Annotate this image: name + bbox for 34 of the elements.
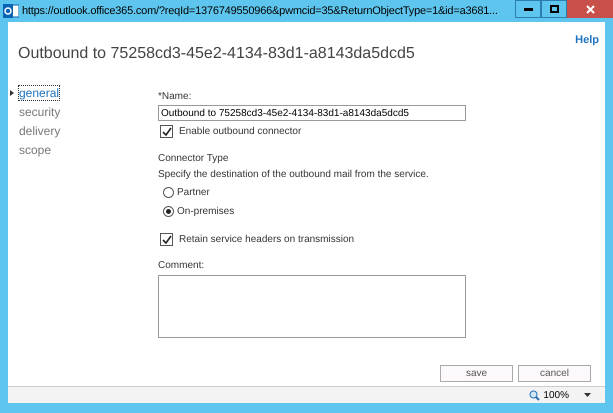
checkbox-label: Retain service headers on transmission [179,233,354,247]
nav-item[interactable]: general [18,84,60,100]
minimize-icon [524,8,532,10]
nav-item[interactable]: security [18,104,62,120]
comment-field[interactable] [158,275,466,338]
window-title: https://outlook.office365.com/?reqId=1376749550966&pwmcid=35&ReturnObjectType=1&id=a3681... [22,4,498,19]
outlook-icon [3,3,19,19]
section-title: Connector Type [158,152,230,166]
close-icon [586,4,594,14]
dropdown-icon[interactable] [584,393,591,397]
close-button[interactable] [567,0,613,18]
caret-icon [10,90,14,96]
checkbox-label: Enable outbound connector [179,125,302,139]
dialog-button[interactable]: save [440,365,513,382]
dialog-title: Outbound to 75258cd3-45e2-4134-83d1-a8143da5dcd5 [18,44,415,64]
dialog-button[interactable]: cancel [518,365,591,382]
radio-button[interactable] [163,206,174,216]
minimize-button[interactable] [515,0,541,18]
maximize-button[interactable] [541,0,567,18]
section-description: Specify the destination of the outbound mail from the service. [158,168,430,182]
nav-item[interactable]: delivery [18,122,62,138]
name-field[interactable]: Outbound to 75258cd3-45e2-4134-83d1-a8143da5dcd5 [158,105,466,121]
field-label: *Name: [158,90,192,104]
help-link[interactable]: Help [575,32,599,66]
radio-label: On-premises [177,204,234,218]
nav-item[interactable]: scope [18,142,52,158]
radio-button[interactable] [163,186,174,198]
zoom-icon [529,390,540,400]
checkbox[interactable] [160,233,173,246]
field-label: Comment: [158,259,206,273]
radio-label: Partner [177,186,210,200]
checkbox[interactable] [160,125,173,138]
zoom-level: 100% [543,388,569,402]
maximize-icon [550,5,558,13]
